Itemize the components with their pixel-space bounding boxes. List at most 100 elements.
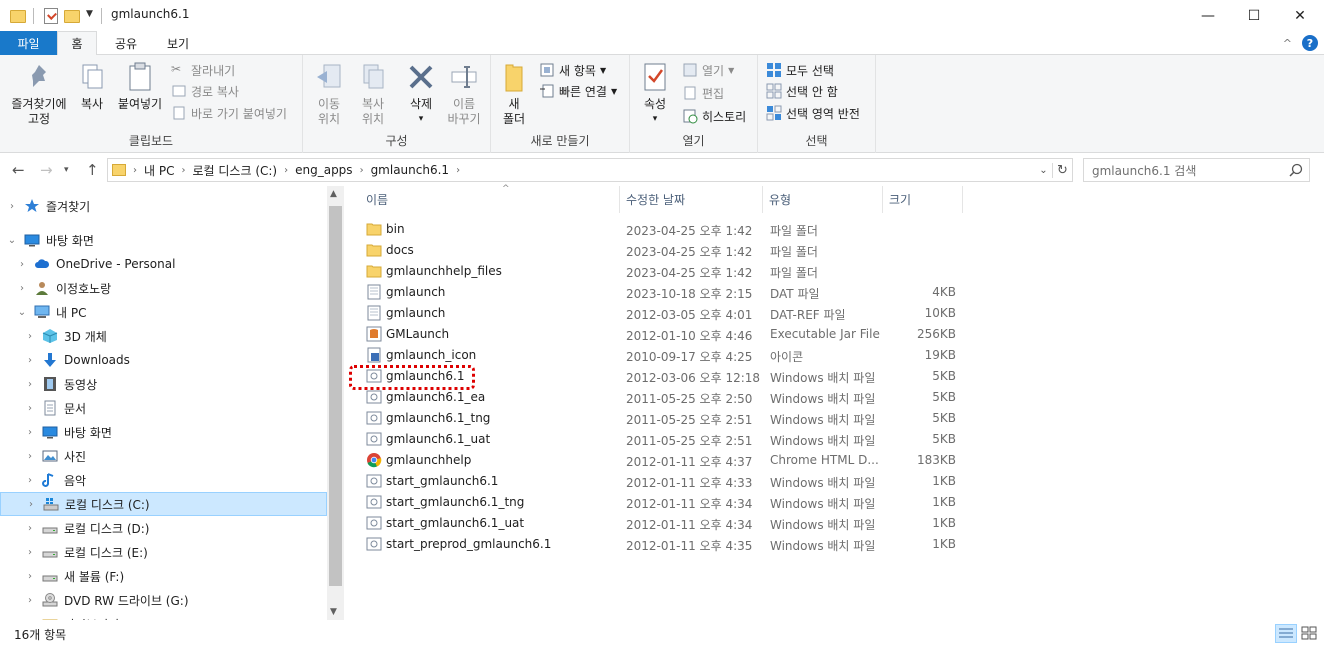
chevron-right-icon[interactable]: › <box>24 547 36 558</box>
customize-quick-access-chevron-icon[interactable]: ▼ <box>86 9 93 19</box>
scroll-up-icon[interactable]: ▲ <box>330 189 337 199</box>
maximize-button[interactable]: ☐ <box>1231 0 1277 31</box>
nav-tree-item[interactable]: ⌄ 바탕 화면 <box>0 228 327 252</box>
file-row[interactable]: bin 2023-04-25 오후 1:42 파일 폴더 <box>360 219 960 240</box>
refresh-icon[interactable]: ↻ <box>1052 162 1072 178</box>
copy-to-button[interactable]: 복사 위치 <box>355 61 391 127</box>
nav-tree-item[interactable]: › 사진 <box>0 444 327 468</box>
breadcrumb-chevron-icon[interactable]: › <box>284 165 288 176</box>
file-row[interactable]: start_preprod_gmlaunch6.1 2012-01-11 오후 4… <box>360 534 960 555</box>
chevron-right-icon[interactable]: › <box>16 283 28 294</box>
recent-locations-chevron-icon[interactable]: ▾ <box>64 165 69 175</box>
nav-tree-item[interactable]: › 동영상 <box>0 372 327 396</box>
nav-tree-item[interactable]: › 로컬 디스크 (C:) <box>0 492 327 516</box>
forward-arrow-icon[interactable]: → <box>40 161 53 179</box>
file-row[interactable]: gmlaunch 2012-03-05 오후 4:01 DAT-REF 파일 10KB <box>360 303 960 324</box>
chevron-right-icon[interactable]: › <box>24 331 36 342</box>
nav-tree-item[interactable]: ⌄ 내 PC <box>0 300 327 324</box>
paste-shortcut-button[interactable]: 바로 가기 붙여넣기 <box>171 103 287 123</box>
chevron-right-icon[interactable]: › <box>24 571 36 582</box>
file-row[interactable]: gmlaunch_icon 2010-09-17 오후 4:25 아이콘 19KB <box>360 345 960 366</box>
chevron-right-icon[interactable]: › <box>24 595 36 606</box>
column-header-name[interactable]: 이름 ^ <box>360 184 620 213</box>
breadcrumb-chevron-icon[interactable]: › <box>360 165 364 176</box>
chevron-down-icon[interactable]: ⌄ <box>6 235 18 246</box>
file-row[interactable]: gmlaunch 2023-10-18 오후 2:15 DAT 파일 4KB <box>360 282 960 303</box>
chevron-right-icon[interactable]: › <box>24 475 36 486</box>
nav-tree-item[interactable]: › 음악 <box>0 468 327 492</box>
breadcrumb-chevron-icon[interactable]: › <box>133 165 137 176</box>
close-button[interactable]: ✕ <box>1277 0 1323 31</box>
easy-access-button[interactable]: 빠른 연결 ▼ <box>539 81 617 101</box>
tab-share[interactable]: 공유 <box>103 31 149 55</box>
file-row[interactable]: gmlaunchhelp_files 2023-04-25 오후 1:42 파일 폴… <box>360 261 960 282</box>
tab-view[interactable]: 보기 <box>155 31 201 55</box>
collapse-ribbon-icon[interactable]: ^ <box>1283 37 1292 50</box>
minimize-button[interactable]: — <box>1185 0 1231 31</box>
copy-button[interactable]: 복사 <box>74 61 110 112</box>
chevron-right-icon[interactable]: › <box>24 523 36 534</box>
delete-button[interactable]: 삭제 ▾ <box>403 61 439 127</box>
file-row[interactable]: docs 2023-04-25 오후 1:42 파일 폴더 <box>360 240 960 261</box>
chevron-right-icon[interactable]: › <box>25 499 37 510</box>
copy-path-button[interactable]: 경로 복사 <box>171 81 239 101</box>
new-folder-button[interactable]: 새 폴더 <box>497 61 531 127</box>
chevron-right-icon[interactable]: › <box>24 379 36 390</box>
column-header-date[interactable]: 수정한 날짜 <box>620 186 763 213</box>
nav-tree-item[interactable]: › 로컬 디스크 (D:) <box>0 516 327 540</box>
chevron-right-icon[interactable]: › <box>24 619 36 621</box>
new-item-button[interactable]: 새 항목 ▼ <box>539 60 606 80</box>
details-view-button[interactable] <box>1275 624 1297 643</box>
navigation-scrollbar[interactable]: ▲ ▼ <box>327 186 344 620</box>
properties-quick-access-icon[interactable] <box>44 8 58 24</box>
edit-button[interactable]: 편집 <box>682 83 724 103</box>
scrollbar-thumb[interactable] <box>329 206 342 586</box>
chevron-down-icon[interactable]: ⌄ <box>16 307 28 318</box>
file-row[interactable]: gmlaunch6.1_uat 2011-05-25 오후 2:51 Windows… <box>360 429 960 450</box>
address-bar[interactable]: › 내 PC › 로컬 디스크 (C:) › eng_apps › gmlaun… <box>107 158 1073 182</box>
nav-tree-item[interactable]: › OneDrive - Personal <box>0 252 327 276</box>
breadcrumb-local-disk-c[interactable]: 로컬 디스크 (C:) <box>192 162 277 179</box>
nav-tree-item[interactable]: › 문서 <box>0 396 327 420</box>
file-row[interactable]: start_gmlaunch6.1_uat 2012-01-11 오후 4:34 W… <box>360 513 960 534</box>
file-row[interactable]: gmlaunch6.1_tng 2011-05-25 오후 2:51 Windows… <box>360 408 960 429</box>
select-none-button[interactable]: 선택 안 함 <box>766 81 838 101</box>
nav-tree-item[interactable]: › 3D 개체 <box>0 324 327 348</box>
help-icon[interactable]: ? <box>1302 35 1318 51</box>
scroll-down-icon[interactable]: ▼ <box>330 607 337 617</box>
nav-tree-item[interactable]: › 즐겨찾기 <box>0 194 327 218</box>
open-button[interactable]: 열기 ▼ <box>682 60 734 80</box>
chevron-right-icon[interactable]: › <box>24 451 36 462</box>
cut-button[interactable]: ✂ 잘라내기 <box>171 60 235 80</box>
back-arrow-icon[interactable]: ← <box>12 161 25 179</box>
file-row[interactable]: gmlaunch6.1_ea 2011-05-25 오후 2:50 Windows … <box>360 387 960 408</box>
search-input[interactable]: gmlaunch6.1 검색 <box>1083 158 1310 182</box>
chevron-right-icon[interactable]: › <box>24 403 36 414</box>
file-row[interactable]: gmlaunchhelp 2012-01-11 오후 4:37 Chrome HTM… <box>360 450 960 471</box>
address-history-chevron-icon[interactable]: ⌄ <box>1034 164 1052 176</box>
column-header-size[interactable]: 크기 <box>883 186 963 213</box>
column-header-type[interactable]: 유형 <box>763 186 883 213</box>
properties-button[interactable]: 속성 ▾ <box>640 61 670 127</box>
file-row[interactable]: start_gmlaunch6.1 2012-01-11 오후 4:33 Windo… <box>360 471 960 492</box>
breadcrumb-eng-apps[interactable]: eng_apps <box>295 163 352 177</box>
breadcrumb-chevron-icon[interactable]: › <box>181 165 185 176</box>
nav-tree-item[interactable]: › 새 볼륨 (F:) <box>0 564 327 588</box>
rename-button[interactable]: 이름 바꾸기 <box>443 61 485 127</box>
nav-tree-item[interactable]: › Downloads <box>0 348 327 372</box>
nav-tree-item[interactable]: › 바탕 화면 <box>0 420 327 444</box>
invert-selection-button[interactable]: 선택 영역 반전 <box>766 103 860 123</box>
chevron-right-icon[interactable]: › <box>16 259 28 270</box>
tab-home[interactable]: 홈 <box>57 31 97 56</box>
chevron-right-icon[interactable]: › <box>24 427 36 438</box>
chevron-right-icon[interactable]: › <box>24 355 36 366</box>
select-all-button[interactable]: 모두 선택 <box>766 60 834 80</box>
nav-tree-item[interactable]: › DVD RW 드라이브 (G:) <box>0 588 327 612</box>
move-to-button[interactable]: 이동 위치 <box>311 61 347 127</box>
up-arrow-icon[interactable]: ↑ <box>86 161 99 179</box>
large-icons-view-button[interactable] <box>1299 624 1321 643</box>
nav-tree-item[interactable]: › 이정호노랑 <box>0 276 327 300</box>
chevron-right-icon[interactable]: › <box>6 201 18 212</box>
breadcrumb-gmlaunch[interactable]: gmlaunch6.1 <box>371 163 450 177</box>
nav-tree-item[interactable]: › 라이브러리 <box>0 612 327 620</box>
